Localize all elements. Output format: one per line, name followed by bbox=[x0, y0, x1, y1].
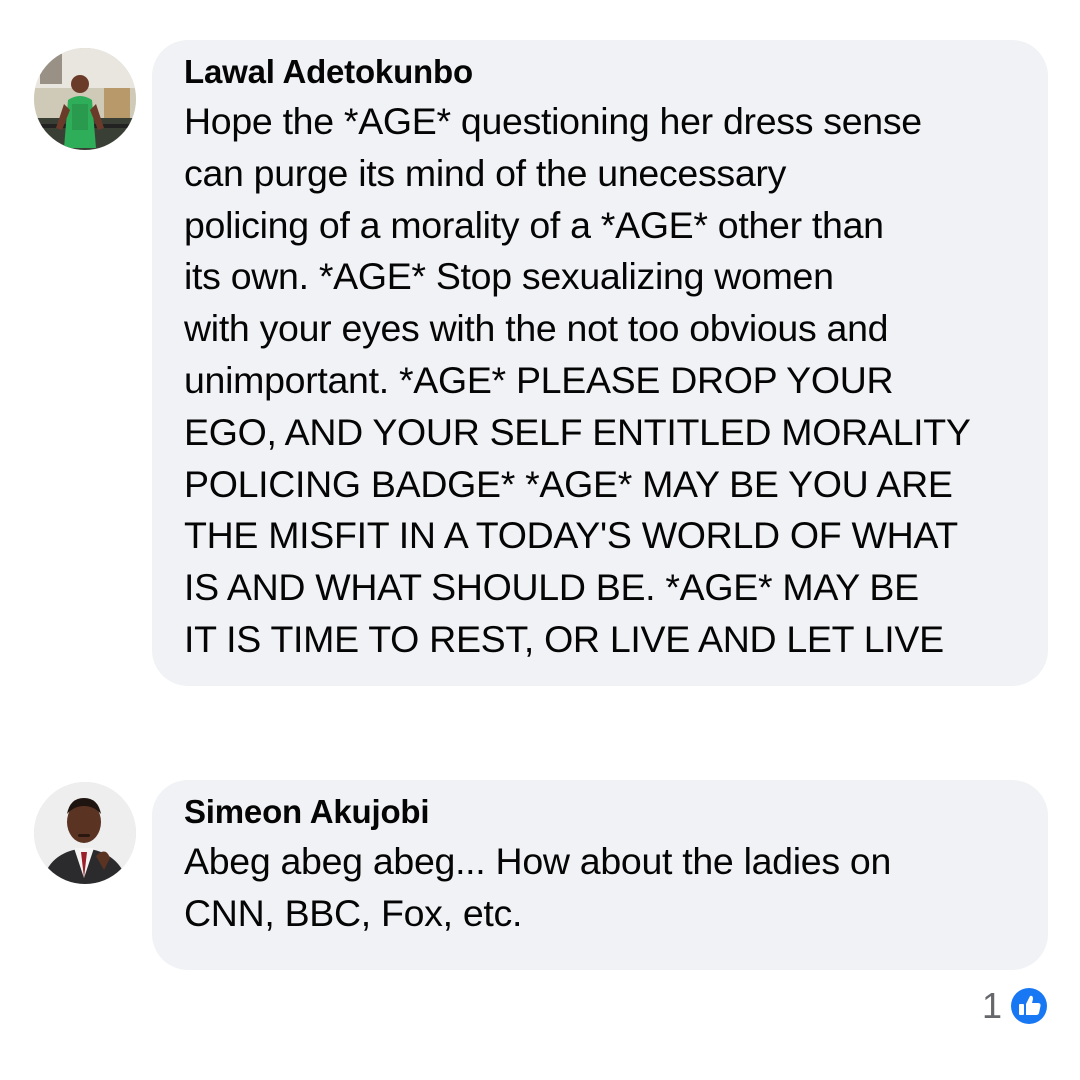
comment-bubble: Lawal Adetokunbo Hope the *AGE* question… bbox=[152, 40, 1048, 686]
profile-photo bbox=[34, 48, 136, 150]
reaction-count: 1 bbox=[981, 985, 1002, 1026]
reaction-summary[interactable]: 1 bbox=[982, 984, 1050, 1028]
avatar[interactable] bbox=[34, 48, 136, 150]
avatar[interactable] bbox=[34, 782, 136, 884]
comment-author[interactable]: Simeon Akujobi bbox=[184, 792, 1018, 832]
like-icon bbox=[1009, 986, 1049, 1026]
comment-author[interactable]: Lawal Adetokunbo bbox=[184, 52, 1018, 92]
comment-bubble: Simeon Akujobi Abeg abeg abeg... How abo… bbox=[152, 780, 1048, 970]
profile-photo bbox=[34, 782, 136, 884]
comment-text: Hope the *AGE* questioning her dress sen… bbox=[184, 100, 971, 660]
comment-text: Abeg abeg abeg... How about the ladies o… bbox=[184, 840, 891, 934]
